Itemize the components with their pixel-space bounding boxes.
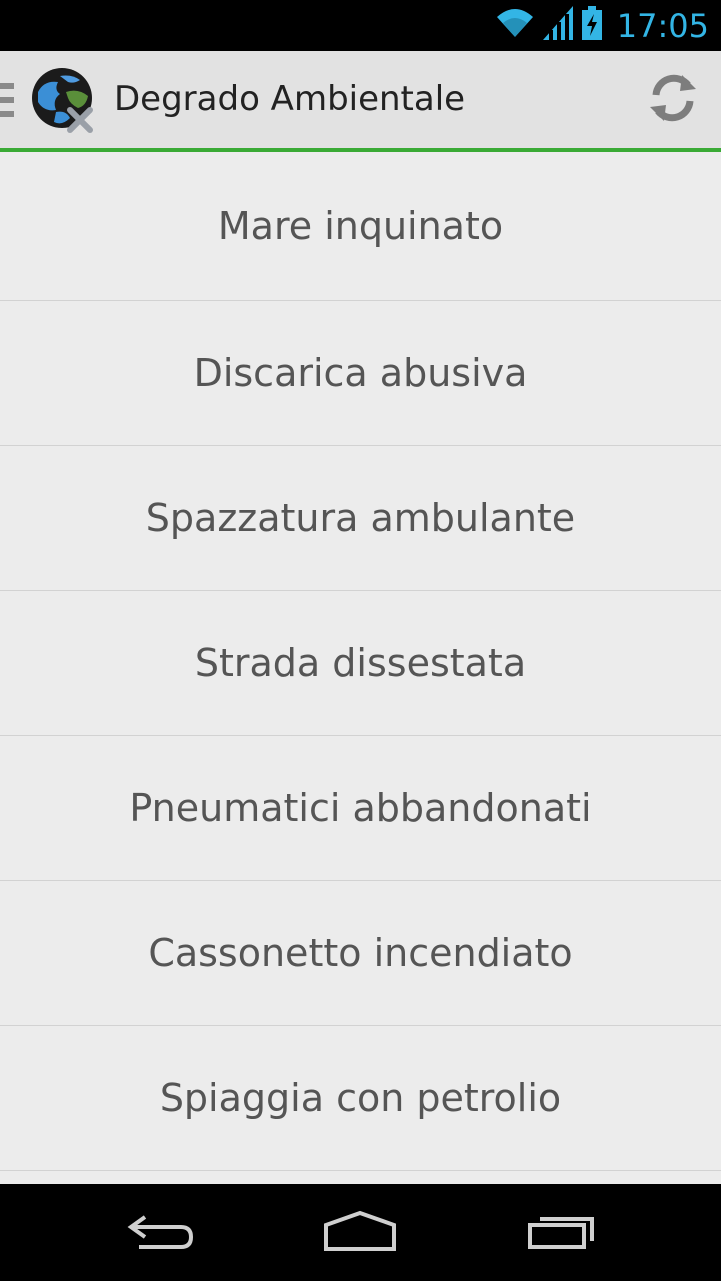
list-item-label: Spiaggia con petrolio <box>159 1076 562 1120</box>
list-item-label: Cassonetto incendiato <box>148 931 573 975</box>
back-button[interactable] <box>115 1198 205 1268</box>
list-item[interactable]: Spazzatura ambulante <box>0 446 721 591</box>
recent-apps-button[interactable] <box>517 1198 607 1268</box>
status-icons: 17:05 <box>495 0 709 51</box>
drawer-indicator-icon[interactable] <box>0 83 14 117</box>
list-item[interactable]: Discarica abusiva <box>0 301 721 446</box>
action-bar: Degrado Ambientale <box>0 51 721 152</box>
home-button[interactable] <box>315 1198 405 1268</box>
refresh-icon <box>646 71 700 130</box>
earth-logo-icon[interactable] <box>30 66 98 134</box>
recent-apps-icon <box>526 1211 598 1256</box>
back-icon <box>125 1211 195 1256</box>
list-item[interactable]: Mare inquinato <box>0 152 721 301</box>
list-item-label: Spazzatura ambulante <box>145 496 576 540</box>
cell-signal-icon <box>542 6 573 45</box>
list-item-label: Mare inquinato <box>217 204 504 248</box>
list-item[interactable]: Strada dissestata <box>0 591 721 736</box>
refresh-button[interactable] <box>640 69 706 131</box>
list-item[interactable]: Cassonetto incendiato <box>0 881 721 1026</box>
status-bar: 17:05 <box>0 0 721 51</box>
category-list: Mare inquinato Discarica abusiva Spazzat… <box>0 152 721 1184</box>
list-item-label: Discarica abusiva <box>193 351 528 395</box>
status-time: 17:05 <box>616 6 709 45</box>
home-icon <box>322 1209 398 1258</box>
wifi-icon <box>495 7 535 44</box>
list-item[interactable]: Spiaggia con petrolio <box>0 1026 721 1171</box>
list-item[interactable]: Pneumatici abbandonati <box>0 736 721 881</box>
app-title: Degrado Ambientale <box>114 79 466 119</box>
list-item-label: Pneumatici abbandonati <box>129 786 592 830</box>
navigation-bar <box>0 1184 721 1281</box>
list-item-label: Strada dissestata <box>194 641 527 685</box>
battery-charging-icon <box>581 6 603 45</box>
